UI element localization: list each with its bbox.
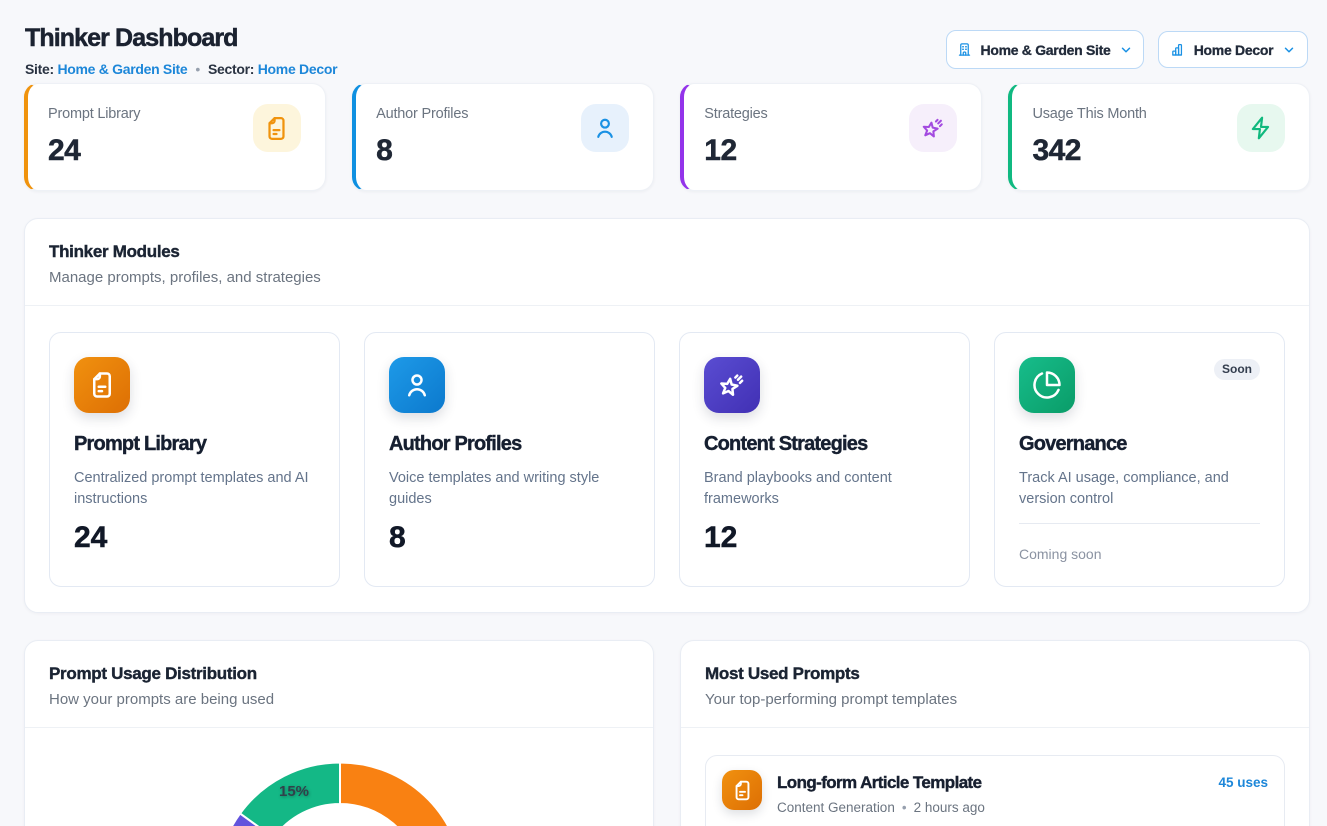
- svg-text:15%: 15%: [279, 783, 309, 800]
